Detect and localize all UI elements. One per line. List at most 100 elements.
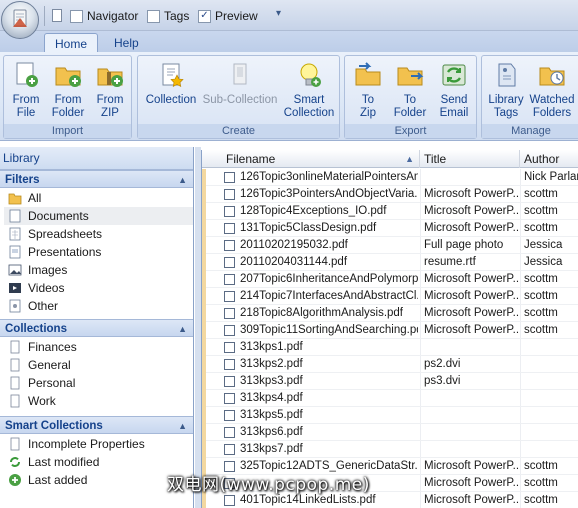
file-type-icon [224, 257, 235, 268]
tags-toggle[interactable]: Tags [147, 8, 189, 24]
manage-group-label: Manage [482, 124, 578, 138]
table-row[interactable]: 126Topic3PointersAndObjectVaria... Micros… [202, 186, 578, 203]
tags-checkbox[interactable] [147, 9, 160, 23]
file-type-icon [224, 444, 235, 455]
table-row[interactable]: 309Topic11SortingAndSearching.pdf Microso… [202, 322, 578, 339]
navigator-checkbox[interactable] [70, 9, 83, 23]
sub-collection-button[interactable]: Sub-Collection [198, 60, 282, 107]
title-cell: ps3.dvi [424, 375, 461, 387]
ribbon-tab-strip: Home Help [0, 31, 578, 54]
filter-documents[interactable]: Documents [4, 207, 193, 225]
author-cell: scottm [524, 324, 558, 336]
table-row[interactable]: 313kps7.pdf [202, 441, 578, 458]
table-row[interactable]: 207Topic6InheritanceAndPolymorp... Micros… [202, 271, 578, 288]
collection-finances[interactable]: Finances [4, 338, 193, 356]
app-logo-icon [13, 9, 27, 27]
collapse-smart-collections-icon[interactable]: ▲ [178, 417, 187, 435]
to-zip-button[interactable]: To Zip [348, 60, 388, 120]
library-tags-button[interactable]: Library Tags [484, 60, 528, 120]
collection-label: General [28, 358, 71, 372]
collections-header[interactable]: Collections ▲ [0, 319, 193, 337]
file-type-icon [224, 376, 235, 387]
table-row[interactable]: 126Topic3onlineMaterialPointersAn... Nick… [202, 169, 578, 186]
smart-collection-bulb-icon [300, 63, 321, 87]
author-cell [524, 356, 578, 373]
spreadsheet-icon [9, 227, 21, 241]
collapse-filters-icon[interactable]: ▲ [178, 171, 187, 189]
column-filename[interactable]: Filename ▲ [202, 150, 420, 168]
page-icon[interactable] [52, 9, 62, 22]
table-row[interactable]: 313kps1.pdf [202, 339, 578, 356]
watched-folders-button[interactable]: Watched Folders [527, 60, 577, 120]
from-file-button[interactable]: From File [6, 60, 46, 120]
row-marker [202, 305, 206, 322]
collection-label: Finances [28, 340, 77, 354]
row-marker [202, 220, 206, 237]
tab-home[interactable]: Home [44, 33, 99, 54]
file-type-icon [224, 223, 235, 234]
title-cell: Microsoft PowerP... [424, 324, 520, 336]
watermark-text: 双电网(www.pcpop.me) [167, 475, 370, 495]
smart-last-added[interactable]: Last added [4, 471, 193, 489]
library-tags-icon [498, 63, 516, 87]
collection-general[interactable]: General [4, 356, 193, 374]
send-email-button[interactable]: Send Email [433, 60, 475, 120]
smart-incomplete-properties[interactable]: Incomplete Properties [4, 435, 193, 453]
navigator-label: Navigator [87, 9, 139, 23]
preview-checkbox[interactable]: ✓ [198, 9, 211, 23]
to-folder-label: To Folder [393, 94, 427, 119]
smart-label: Incomplete Properties [28, 437, 145, 451]
sort-ascending-icon: ▲ [405, 154, 414, 164]
application-menu-button[interactable] [1, 1, 39, 39]
smart-collection-button[interactable]: Smart Collection [280, 60, 338, 120]
column-author[interactable]: Author [520, 150, 578, 168]
table-row[interactable]: 313kps6.pdf [202, 424, 578, 441]
collection-personal[interactable]: Personal [4, 374, 193, 392]
from-zip-button[interactable]: From ZIP [90, 60, 130, 120]
send-email-icon [442, 64, 466, 86]
filter-all[interactable]: All [4, 189, 193, 207]
filters-header[interactable]: Filters ▲ [0, 170, 193, 188]
table-row[interactable]: 131Topic5ClassDesign.pdf Microsoft PowerP… [202, 220, 578, 237]
collection-work[interactable]: Work [4, 392, 193, 410]
table-row[interactable]: 214Topic7InterfacesAndAbstractCl... Micro… [202, 288, 578, 305]
smart-last-modified[interactable]: Last modified [4, 453, 193, 471]
file-type-icon [224, 393, 235, 404]
collection-button[interactable]: Collection [140, 60, 202, 107]
customize-qat-icon[interactable]: ▾ [276, 8, 281, 19]
table-row[interactable]: 20110204031144.pdf resume.rtf Jessica [202, 254, 578, 271]
row-marker [202, 373, 206, 390]
row-marker [202, 339, 206, 356]
table-row[interactable]: 218Topic8AlgorithmAnalysis.pdf Microsoft … [202, 305, 578, 322]
file-type-icon [224, 240, 235, 251]
table-row[interactable]: 20110202195032.pdf Full page photo Jessica [202, 237, 578, 254]
table-row[interactable]: 313kps3.pdf ps3.dvi [202, 373, 578, 390]
row-marker [202, 186, 206, 203]
table-row[interactable]: 128Topic4Exceptions_IO.pdf Microsoft Powe… [202, 203, 578, 220]
table-row[interactable]: 313kps2.pdf ps2.dvi [202, 356, 578, 373]
smart-collections-header[interactable]: Smart Collections ▲ [0, 416, 193, 434]
title-cell [424, 407, 520, 424]
from-folder-button[interactable]: From Folder [47, 60, 89, 120]
filter-label: Other [28, 299, 59, 313]
filter-videos[interactable]: Videos [4, 279, 193, 297]
smart-label: Last modified [28, 455, 100, 469]
column-title[interactable]: Title [420, 150, 520, 168]
collection-icon [10, 376, 20, 390]
title-cell: Microsoft PowerP... [424, 205, 520, 217]
author-cell: Nick Parlan [524, 171, 578, 183]
filter-spreadsheets[interactable]: Spreadsheets [4, 225, 193, 243]
file-type-icon [224, 359, 235, 370]
quick-access-toolbar: Navigator Tags ✓ Preview ▾ [0, 0, 578, 31]
navigator-toggle[interactable]: Navigator [70, 8, 138, 24]
collapse-collections-icon[interactable]: ▲ [178, 320, 187, 338]
filter-presentations[interactable]: Presentations [4, 243, 193, 261]
to-folder-button[interactable]: To Folder [390, 60, 430, 120]
filter-other[interactable]: Other [4, 297, 193, 315]
add-icon [9, 474, 21, 486]
table-row[interactable]: 313kps4.pdf [202, 390, 578, 407]
filter-images[interactable]: Images [4, 261, 193, 279]
preview-toggle[interactable]: ✓ Preview [198, 8, 258, 24]
table-row[interactable]: 313kps5.pdf [202, 407, 578, 424]
tab-help[interactable]: Help [104, 33, 149, 54]
